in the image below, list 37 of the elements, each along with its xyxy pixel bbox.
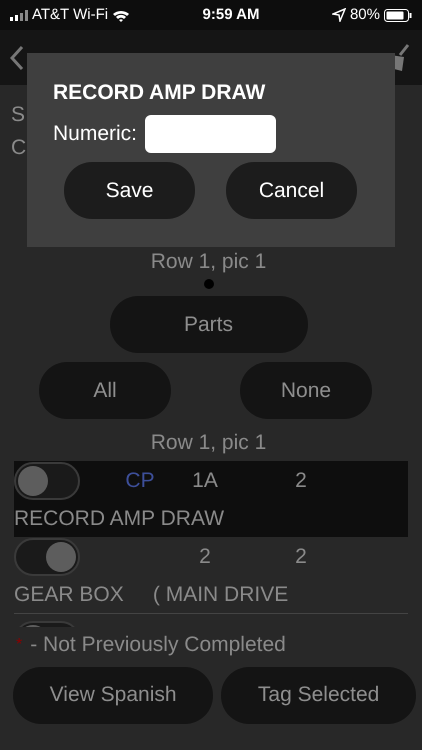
task-description: RECORD AMP DRAW xyxy=(14,506,226,532)
table-cell-text: 1A xyxy=(191,468,219,494)
status-time: 9:59 AM xyxy=(202,4,260,25)
signal-icon xyxy=(10,10,28,20)
dialog-button[interactable]: Save xyxy=(64,162,195,219)
table-cell-text: 2 xyxy=(294,468,308,494)
list-row[interactable] xyxy=(14,613,408,627)
header-text: S xyxy=(11,102,26,128)
battery-percent: 80% xyxy=(350,4,380,25)
toggle-switch[interactable] xyxy=(14,462,80,500)
parts-button[interactable]: Parts xyxy=(110,296,308,353)
code-text: CP xyxy=(124,468,156,494)
toggle-switch[interactable] xyxy=(14,538,80,576)
select-button[interactable]: None xyxy=(240,362,372,419)
list-row[interactable]: CP 1A 2 RECORD AMP DRAW xyxy=(14,461,408,537)
group-label: Row 1, pic 1 xyxy=(150,249,268,275)
task-description: GEAR BOX ( MAIN DRIVE xyxy=(14,582,290,608)
table-cell-text: 2 xyxy=(294,544,308,570)
wifi-icon xyxy=(112,8,130,22)
action-button[interactable]: Tag Selected xyxy=(221,666,416,724)
battery-icon xyxy=(384,8,412,22)
required-mark: * xyxy=(16,634,22,655)
list-row[interactable]: 2 2 GEAR BOX ( MAIN DRIVE xyxy=(14,537,408,613)
location-icon xyxy=(332,8,346,22)
back-icon[interactable] xyxy=(10,44,24,70)
list-label: Row 1, pic 1 xyxy=(150,430,268,456)
carrier-name: AT&T Wi-Fi xyxy=(32,4,108,25)
input-field[interactable] xyxy=(145,115,276,153)
legend-text: - Not Previously Completed xyxy=(30,632,286,658)
field-label: Numeric: xyxy=(53,121,138,148)
header-text: C xyxy=(11,135,26,161)
dialog-button[interactable]: Cancel xyxy=(226,162,357,219)
action-button[interactable]: View Spanish xyxy=(13,666,214,724)
table-cell-text: 2 xyxy=(198,544,212,570)
dot-icon xyxy=(204,279,214,289)
select-button[interactable]: All xyxy=(39,362,171,419)
dialog-title: RECORD AMP DRAW xyxy=(53,80,266,106)
